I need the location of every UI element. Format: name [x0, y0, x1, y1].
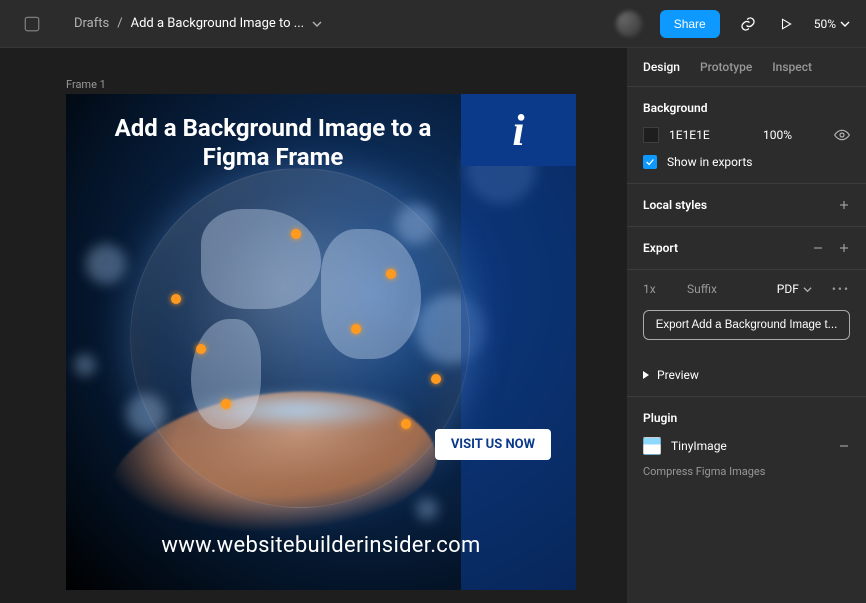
chevron-down-icon — [840, 19, 850, 29]
share-button[interactable]: Share — [660, 10, 720, 38]
chevron-down-icon — [803, 285, 812, 294]
background-title: Background — [643, 101, 850, 115]
export-button[interactable]: Export Add a Background Image t... — [643, 310, 850, 340]
headline: Add a Background Image to a Figma Frame — [110, 114, 436, 172]
url-text: www.websitebuilderinsider.com — [66, 533, 576, 558]
topbar: Drafts / Add a Background Image to ... S… — [0, 0, 866, 48]
plugin-collapse-icon[interactable] — [838, 440, 850, 452]
tab-design[interactable]: Design — [643, 60, 680, 74]
preview-label: Preview — [657, 368, 699, 382]
chevron-down-icon[interactable] — [312, 19, 322, 29]
show-in-exports-label: Show in exports — [667, 155, 752, 169]
bokeh-light — [86, 244, 126, 284]
corner-badge: i — [461, 94, 576, 166]
export-more-icon[interactable]: ••• — [832, 282, 850, 296]
globe — [130, 168, 470, 508]
add-export-icon[interactable] — [838, 242, 850, 254]
canvas[interactable]: Frame 1 — [0, 48, 626, 603]
local-styles-header: Local styles — [627, 184, 866, 227]
main: Frame 1 — [0, 48, 866, 603]
export-size[interactable]: 1x — [643, 282, 667, 296]
plugin-desc: Compress Figma Images — [643, 465, 850, 478]
bokeh-light — [416, 498, 438, 520]
export-format[interactable]: PDF — [777, 282, 812, 296]
remove-export-icon[interactable] — [812, 242, 824, 254]
bg-hex[interactable]: 1E1E1E — [669, 128, 710, 142]
plugin-icon — [643, 437, 661, 455]
plugin-name[interactable]: TinyImage — [671, 439, 727, 453]
avatar[interactable] — [616, 11, 642, 37]
bg-opacity[interactable]: 100% — [763, 128, 792, 142]
right-band — [461, 166, 576, 590]
add-style-icon[interactable] — [838, 199, 850, 211]
export-group: 1x Suffix PDF ••• Export Add a Backgroun… — [627, 270, 866, 354]
zoom-control[interactable]: 50% — [814, 17, 850, 31]
play-icon[interactable] — [776, 14, 796, 34]
figma-logo-icon — [23, 15, 41, 33]
breadcrumb-current[interactable]: Add a Background Image to ... — [131, 16, 304, 31]
breadcrumb-separator: / — [117, 16, 122, 31]
visibility-icon[interactable] — [834, 127, 850, 143]
cta-button: VISIT US NOW — [435, 429, 551, 460]
export-header: Export — [627, 227, 866, 270]
frame-1[interactable]: i Add a Background Image to a Figma Fram… — [66, 94, 576, 590]
breadcrumb-root[interactable]: Drafts — [74, 16, 109, 31]
breadcrumb: Drafts / Add a Background Image to ... — [74, 16, 322, 31]
tab-inspect[interactable]: Inspect — [772, 60, 812, 74]
corner-char: i — [512, 105, 524, 156]
tab-prototype[interactable]: Prototype — [700, 60, 752, 74]
plugin-group: Plugin TinyImage Compress Figma Images — [627, 397, 866, 492]
topbar-right: Share 50% — [616, 10, 850, 38]
background-group: Background 1E1E1E 100% Show in exports — [627, 87, 866, 184]
link-icon[interactable] — [738, 14, 758, 34]
plugin-title: Plugin — [643, 411, 850, 425]
export-title: Export — [643, 241, 678, 255]
show-in-exports-checkbox[interactable] — [643, 155, 657, 169]
bg-swatch[interactable] — [643, 127, 659, 143]
main-menu-button[interactable] — [18, 10, 46, 38]
local-styles-title: Local styles — [643, 198, 707, 212]
panel-tabs: Design Prototype Inspect — [627, 48, 866, 87]
triangle-right-icon — [643, 371, 649, 379]
export-suffix[interactable]: Suffix — [687, 282, 757, 296]
bokeh-light — [74, 354, 96, 376]
zoom-value: 50% — [814, 17, 836, 31]
preview-row[interactable]: Preview — [627, 354, 866, 397]
right-panel: Design Prototype Inspect Background 1E1E… — [626, 48, 866, 603]
frame-label[interactable]: Frame 1 — [66, 78, 106, 91]
